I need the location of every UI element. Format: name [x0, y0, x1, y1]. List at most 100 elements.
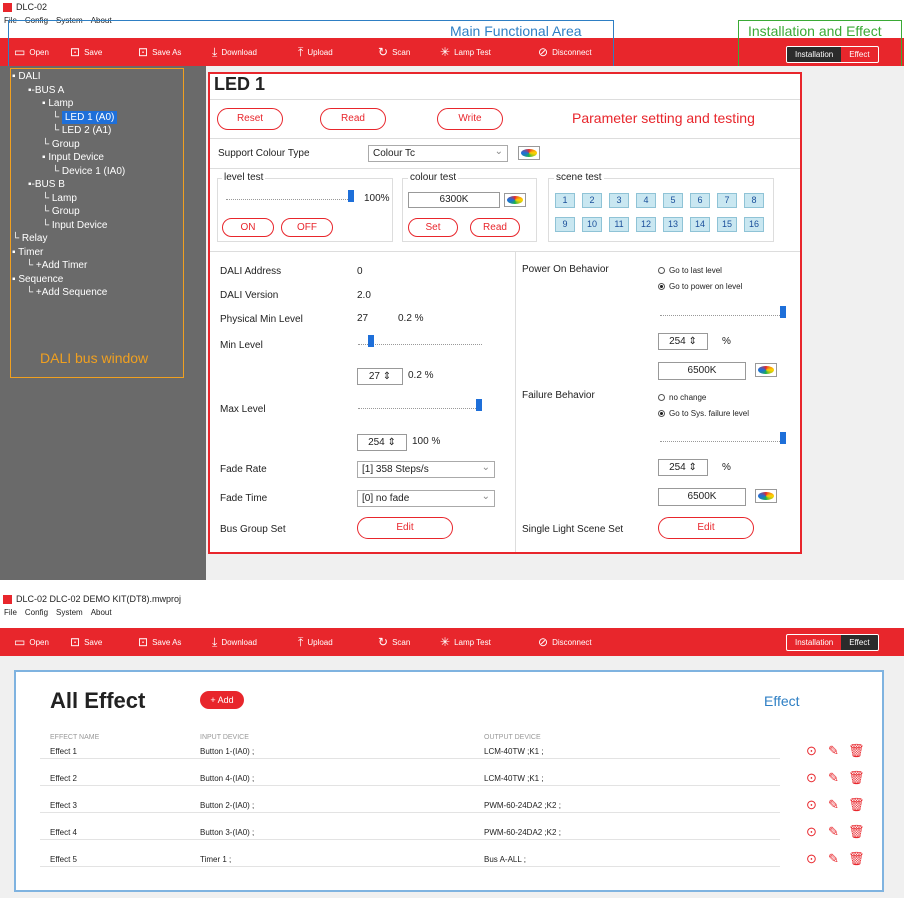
scene-button-3[interactable]: 3 — [609, 193, 629, 208]
download-button[interactable]: ⤓ Download — [212, 636, 257, 648]
effect-input: Button 1-(IA0) ; — [200, 747, 255, 756]
support-colour-select[interactable]: Colour Tc — [368, 145, 508, 162]
failure-slider-thumb[interactable] — [780, 432, 786, 444]
scene-test-label: scene test — [554, 172, 604, 183]
installation-tab[interactable]: Installation — [787, 635, 841, 650]
menu-system[interactable]: System — [56, 608, 83, 617]
dali-version-value: 2.0 — [357, 290, 371, 301]
scene-button-7[interactable]: 7 — [717, 193, 737, 208]
fade-time-select[interactable]: [0] no fade — [357, 490, 495, 507]
scene-button-11[interactable]: 11 — [609, 217, 629, 232]
reset-button[interactable]: Reset — [217, 108, 283, 130]
save-icon: ⊡ — [70, 635, 81, 649]
view-icon[interactable]: ⊙ — [806, 824, 817, 840]
delete-icon[interactable]: 🗑 — [848, 797, 865, 813]
open-button[interactable]: ▭ Open — [14, 636, 49, 648]
disconnect-button[interactable]: ⊘ Disconnect — [538, 636, 592, 648]
colour-picker-icon[interactable] — [504, 193, 526, 207]
colour-picker-icon[interactable] — [755, 363, 777, 377]
view-icon[interactable]: ⊙ — [806, 770, 817, 786]
delete-icon[interactable]: 🗑 — [848, 851, 865, 867]
max-level-slider-thumb[interactable] — [476, 399, 482, 411]
max-level-slider[interactable] — [358, 399, 482, 411]
menu-config[interactable]: Config — [25, 608, 48, 617]
level-slider-thumb[interactable] — [348, 190, 354, 202]
edit-icon[interactable]: ✎ — [828, 797, 839, 813]
scan-button[interactable]: ↻ Scan — [378, 636, 410, 648]
scene-button-4[interactable]: 4 — [636, 193, 656, 208]
failure-level-spinner[interactable]: 254 ⇕ — [658, 459, 708, 476]
bus-group-edit-button[interactable]: Edit — [357, 517, 453, 539]
scene-button-6[interactable]: 6 — [690, 193, 710, 208]
failure-behavior-label: Failure Behavior — [522, 390, 595, 401]
min-level-spinner[interactable]: 27 ⇕ — [357, 368, 403, 385]
power-on-slider-thumb[interactable] — [780, 306, 786, 318]
write-button[interactable]: Write — [437, 108, 503, 130]
download-icon: ⤓ — [212, 635, 218, 649]
radio-no-change[interactable]: no change — [658, 393, 706, 402]
single-light-scene-label: Single Light Scene Set — [522, 524, 624, 535]
min-level-slider[interactable] — [358, 335, 482, 347]
save-as-button[interactable]: ⊡ Save As — [138, 636, 181, 648]
colour-read-button[interactable]: Read — [470, 218, 520, 237]
scene-button-9[interactable]: 9 — [555, 217, 575, 232]
disconnect-label: Disconnect — [552, 637, 592, 647]
level-slider[interactable] — [226, 190, 354, 202]
effect-row: Effect 1 Button 1-(IA0) ; LCM-40TW ;K1 ; — [40, 744, 780, 759]
off-button[interactable]: OFF — [281, 218, 333, 237]
radio-go-to-power-on-level[interactable]: Go to power on level — [658, 282, 742, 291]
edit-icon[interactable]: ✎ — [828, 770, 839, 786]
save-button[interactable]: ⊡ Save — [70, 636, 102, 648]
view-icon[interactable]: ⊙ — [806, 797, 817, 813]
radio-go-to-last-level[interactable]: Go to last level — [658, 266, 722, 275]
menu-file[interactable]: File — [4, 608, 17, 617]
colour-test-label: colour test — [408, 172, 459, 183]
scene-button-16[interactable]: 16 — [744, 217, 764, 232]
physical-min-value: 27 — [357, 313, 369, 324]
scene-edit-button[interactable]: Edit — [658, 517, 754, 539]
delete-icon[interactable]: 🗑 — [848, 743, 865, 759]
power-on-slider[interactable] — [660, 306, 786, 318]
edit-icon[interactable]: ✎ — [828, 851, 839, 867]
edit-icon[interactable]: ✎ — [828, 743, 839, 759]
scene-button-1[interactable]: 1 — [555, 193, 575, 208]
scene-button-5[interactable]: 5 — [663, 193, 683, 208]
fade-rate-label: Fade Rate — [220, 464, 267, 475]
lamp-test-button[interactable]: ✳ Lamp Test — [440, 636, 491, 648]
max-level-spinner[interactable]: 254 ⇕ — [357, 434, 407, 451]
power-on-colour-value[interactable]: 6500K — [658, 362, 746, 380]
scene-button-14[interactable]: 14 — [690, 217, 710, 232]
fade-rate-select[interactable]: [1] 358 Steps/s — [357, 461, 495, 478]
power-on-level-spinner[interactable]: 254 ⇕ — [658, 333, 708, 350]
delete-icon[interactable]: 🗑 — [848, 824, 865, 840]
scene-button-13[interactable]: 13 — [663, 217, 683, 232]
col-input-device: INPUT DEVICE — [200, 734, 249, 741]
scene-button-15[interactable]: 15 — [717, 217, 737, 232]
radio-go-to-sys-failure-level[interactable]: Go to Sys. failure level — [658, 409, 749, 418]
failure-colour-value[interactable]: 6500K — [658, 488, 746, 506]
failure-level-value: 254 — [669, 462, 686, 473]
delete-icon[interactable]: 🗑 — [848, 770, 865, 786]
set-button[interactable]: Set — [408, 218, 458, 237]
view-icon[interactable]: ⊙ — [806, 743, 817, 759]
colour-picker-icon[interactable] — [518, 146, 540, 160]
colour-test-value[interactable]: 6300K — [408, 192, 500, 208]
upload-button[interactable]: ⤒ Upload — [298, 636, 333, 648]
link-icon: ⊘ — [538, 635, 549, 649]
effect-tab[interactable]: Effect — [841, 635, 878, 650]
add-effect-button[interactable]: + Add — [200, 691, 244, 709]
scene-button-2[interactable]: 2 — [582, 193, 602, 208]
scene-button-12[interactable]: 12 — [636, 217, 656, 232]
menu-about[interactable]: About — [91, 608, 112, 617]
failure-slider[interactable] — [660, 432, 786, 444]
min-level-slider-thumb[interactable] — [368, 335, 374, 347]
effect-row: Effect 3 Button 2-(IA0) ; PWM-60-24DA2 ;K2… — [40, 798, 780, 813]
colour-picker-icon[interactable] — [755, 489, 777, 503]
on-button[interactable]: ON — [222, 218, 274, 237]
edit-icon[interactable]: ✎ — [828, 824, 839, 840]
effect-name: Effect 2 — [50, 774, 77, 783]
read-button[interactable]: Read — [320, 108, 386, 130]
view-icon[interactable]: ⊙ — [806, 851, 817, 867]
scene-button-8[interactable]: 8 — [744, 193, 764, 208]
scene-button-10[interactable]: 10 — [582, 217, 602, 232]
